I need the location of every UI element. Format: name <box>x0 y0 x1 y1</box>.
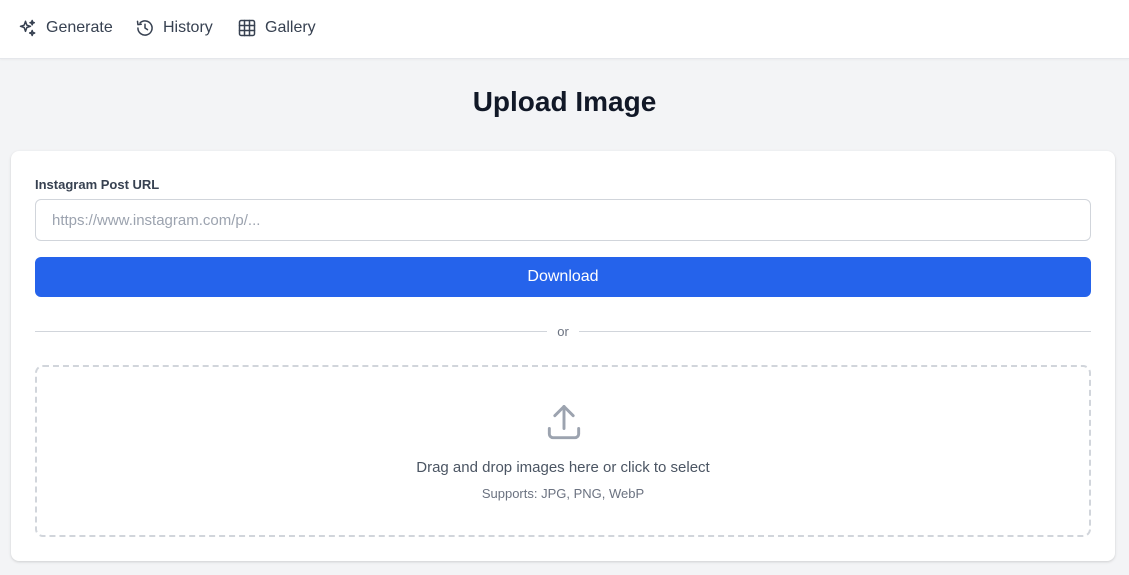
nav-item-label: History <box>163 19 213 36</box>
top-navigation: Generate History Gallery <box>0 0 1129 59</box>
dropzone-text: Drag and drop images here or click to se… <box>416 459 710 476</box>
divider-line-right <box>578 330 1091 332</box>
nav-item-gallery[interactable]: Gallery <box>237 16 316 40</box>
url-field-label: Instagram Post URL <box>35 177 160 192</box>
history-icon <box>136 20 153 36</box>
download-button[interactable]: Download <box>35 257 1091 297</box>
upload-icon <box>547 405 581 440</box>
nav-item-generate[interactable]: Generate <box>18 16 113 40</box>
grid-icon <box>238 19 256 37</box>
page-title: Upload Image <box>472 86 657 117</box>
dropzone-supported-formats: Supports: JPG, PNG, WebP <box>481 486 645 501</box>
sparkles-icon <box>19 19 36 37</box>
nav-item-label: Gallery <box>265 19 316 36</box>
divider-line-left <box>35 330 548 332</box>
instagram-url-input[interactable] <box>35 199 1091 241</box>
or-divider: or <box>35 323 1091 339</box>
upload-card: Instagram Post URL Download or Drag and … <box>11 151 1115 561</box>
nav-item-history[interactable]: History <box>135 16 213 40</box>
divider-text: or <box>557 323 569 339</box>
image-dropzone[interactable]: Drag and drop images here or click to se… <box>35 365 1091 537</box>
nav-item-label: Generate <box>46 19 113 36</box>
